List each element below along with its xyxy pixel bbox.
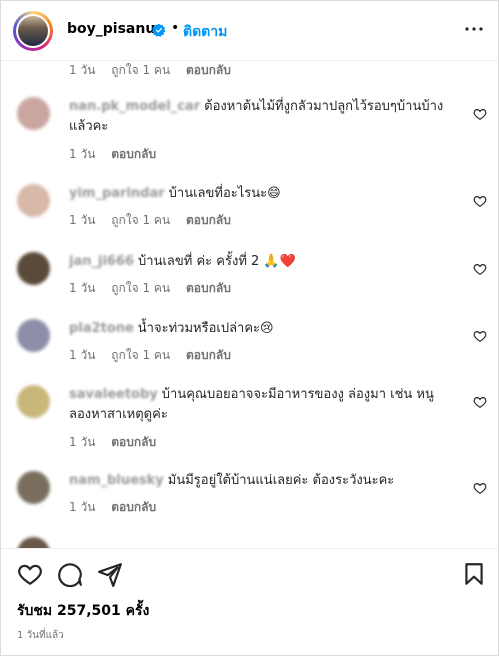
comment-text: nan.pk_model_car ต้องหาต้นไม้ที่งูกลัวมาป… bbox=[69, 97, 454, 137]
reply-button[interactable]: ตอบกลับ bbox=[111, 500, 156, 514]
post-panel: boy_pisanu • ติดตาม 1 วัน ถูกใจ 1 คน ตอบ… bbox=[0, 0, 499, 656]
comment-like-icon[interactable] bbox=[473, 481, 487, 495]
commenter-avatar[interactable] bbox=[17, 184, 50, 217]
comment-time: 1 วัน bbox=[69, 147, 96, 161]
comment-likes[interactable]: ถูกใจ 1 คน bbox=[111, 213, 170, 227]
comment-body: มันมีรูอยู่ใต้บ้านแน่เลยค่ะ ต้องระวังนะค… bbox=[167, 473, 395, 488]
comment-time: 1 วัน bbox=[69, 435, 96, 449]
comment-text: pla2tone น้ำจะท่วมหรือเปล่าคะ😢 bbox=[69, 319, 454, 339]
paper-plane-icon[interactable] bbox=[97, 561, 123, 587]
post-timestamp[interactable]: 1 วันที่แล้ว bbox=[17, 628, 64, 643]
reply-button[interactable]: ตอบกลับ bbox=[186, 348, 231, 362]
comment-like-icon[interactable] bbox=[473, 329, 487, 343]
username-link[interactable]: boy_pisanu bbox=[67, 21, 155, 37]
reply-button[interactable]: ตอบกลับ bbox=[111, 147, 156, 161]
reply-button[interactable]: ตอบกลับ bbox=[111, 435, 156, 449]
comment-time: 1 วัน bbox=[69, 348, 96, 362]
comment-meta: 1 วัน ถูกใจ 1 คน ตอบกลับ bbox=[69, 211, 243, 230]
commenter-avatar[interactable] bbox=[17, 97, 50, 130]
view-count: รับชม 257,501 ครั้ง bbox=[17, 603, 150, 619]
commenter-username[interactable]: yim_parindar bbox=[69, 186, 165, 201]
comment-text: savaleetoby บ้านคุณบอยอาจจะมีอาหารของงู ล… bbox=[69, 385, 454, 425]
comment-likes[interactable]: ถูกใจ 1 คน bbox=[111, 281, 170, 295]
bookmark-icon[interactable] bbox=[461, 561, 487, 587]
comment-likes[interactable]: ถูกใจ 1 คน bbox=[111, 348, 170, 362]
comment-likes[interactable]: ถูกใจ 1 คน bbox=[111, 63, 170, 77]
verified-badge-icon bbox=[152, 23, 166, 37]
commenter-avatar[interactable] bbox=[17, 471, 50, 504]
comment-like-icon[interactable] bbox=[473, 395, 487, 409]
commenter-username[interactable]: savaleetoby bbox=[69, 387, 158, 402]
separator-dot: • bbox=[171, 20, 180, 36]
comment-time: 1 วัน bbox=[69, 281, 96, 295]
heart-outline-icon[interactable] bbox=[17, 561, 43, 587]
post-actions-bar: รับชม 257,501 ครั้ง 1 วันที่แล้ว bbox=[1, 548, 498, 655]
comment-body: บ้านเลขที่อะไรนะ😄 bbox=[168, 186, 281, 201]
commenter-avatar[interactable] bbox=[17, 537, 50, 548]
comments-list[interactable]: 1 วัน ถูกใจ 1 คน ตอบกลับ nan.pk_model_ca… bbox=[1, 61, 498, 548]
comment-meta: 1 วัน ถูกใจ 1 คน ตอบกลับ bbox=[69, 61, 243, 80]
comment-like-icon[interactable] bbox=[473, 194, 487, 208]
commenter-username[interactable]: pla2tone bbox=[69, 321, 134, 336]
comment-time: 1 วัน bbox=[69, 213, 96, 227]
commenter-avatar[interactable] bbox=[17, 252, 50, 285]
post-header: boy_pisanu • ติดตาม bbox=[1, 1, 498, 61]
commenter-avatar[interactable] bbox=[17, 385, 50, 418]
comment-time: 1 วัน bbox=[69, 63, 96, 77]
commenter-username[interactable]: nan.pk_model_car bbox=[69, 99, 200, 114]
comment-bubble-icon[interactable] bbox=[57, 561, 83, 587]
comment-like-icon[interactable] bbox=[473, 107, 487, 121]
reply-button[interactable]: ตอบกลับ bbox=[186, 281, 231, 295]
reply-button[interactable]: ตอบกลับ bbox=[186, 213, 231, 227]
commenter-username[interactable]: nam_bluesky bbox=[69, 473, 164, 488]
comment-text: yim_parindar บ้านเลขที่อะไรนะ😄 bbox=[69, 184, 454, 204]
comment-meta: 1 วัน ตอบกลับ bbox=[69, 433, 168, 452]
commenter-username[interactable]: jan_ji666 bbox=[69, 254, 134, 269]
comment-meta: 1 วัน ตอบกลับ bbox=[69, 498, 168, 517]
comment-text: nam_bluesky มันมีรูอยู่ใต้บ้านแน่เลยค่ะ ต… bbox=[69, 471, 454, 491]
comment-text: jan_ji666 บ้านเลขที่ ค่ะ ครั้งที่ 2 🙏❤️ bbox=[69, 252, 454, 272]
comment-like-icon[interactable] bbox=[473, 262, 487, 276]
reply-button[interactable]: ตอบกลับ bbox=[186, 63, 231, 77]
comment-body: น้ำจะท่วมหรือเปล่าคะ😢 bbox=[137, 321, 274, 336]
follow-button[interactable]: ติดตาม bbox=[183, 21, 227, 43]
more-options-icon[interactable] bbox=[464, 19, 484, 39]
profile-avatar[interactable] bbox=[13, 11, 53, 51]
comment-meta: 1 วัน ถูกใจ 1 คน ตอบกลับ bbox=[69, 346, 243, 365]
comment-meta: 1 วัน ถูกใจ 1 คน ตอบกลับ bbox=[69, 279, 243, 298]
comment-time: 1 วัน bbox=[69, 500, 96, 514]
comment-meta: 1 วัน ตอบกลับ bbox=[69, 145, 168, 164]
commenter-avatar[interactable] bbox=[17, 319, 50, 352]
comment-body: บ้านเลขที่ ค่ะ ครั้งที่ 2 🙏❤️ bbox=[138, 254, 296, 269]
